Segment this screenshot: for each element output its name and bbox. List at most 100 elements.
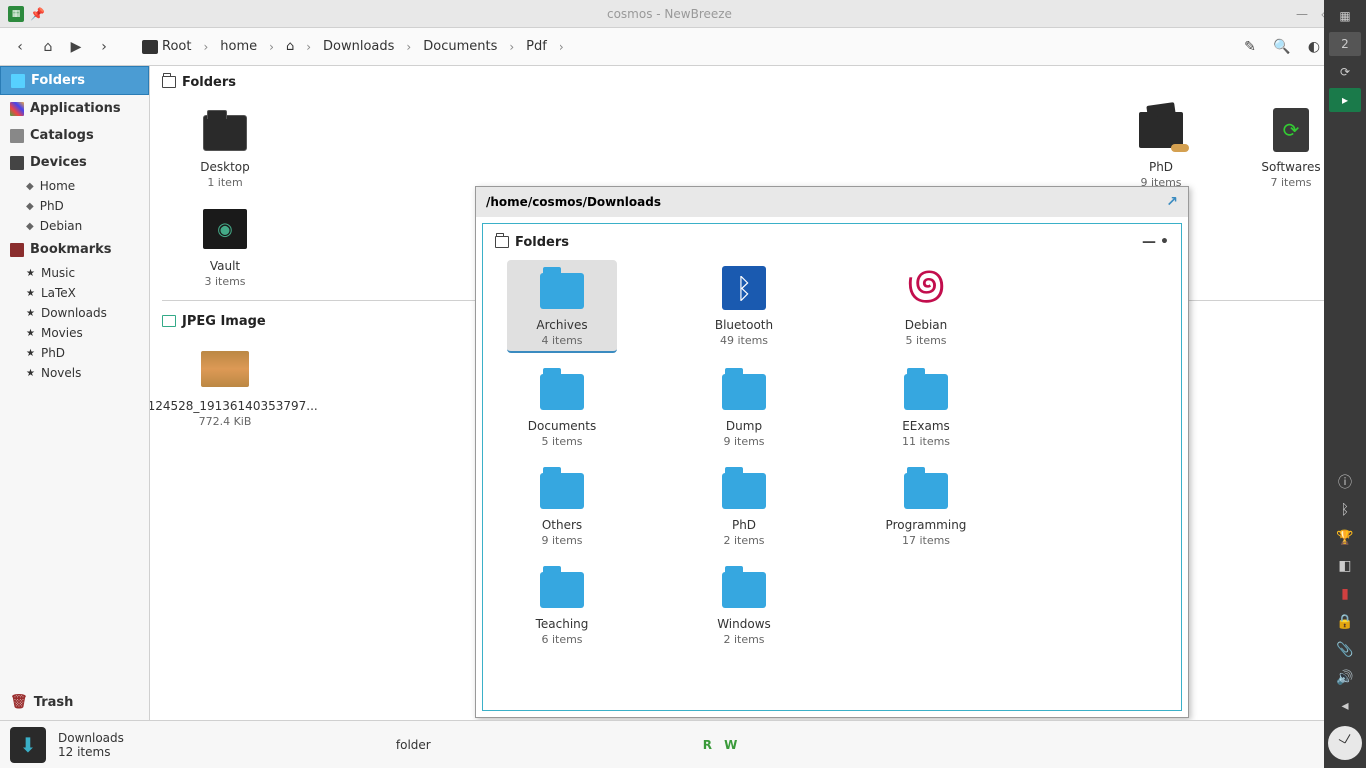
software-icon: ⟳: [1273, 108, 1309, 152]
sidebar-item-phd-bm[interactable]: ★PhD: [0, 343, 149, 363]
bluetooth-icon: ᛒ: [722, 266, 766, 310]
dark-folder-icon: [203, 115, 247, 151]
sidebar-item-phd[interactable]: ◆PhD: [0, 196, 149, 216]
bc-root[interactable]: Root: [134, 35, 199, 58]
titlebar: ▦ 📌 cosmos - NewBreeze — ◇ ✕: [0, 0, 1366, 28]
sidebar-section-devices[interactable]: Devices: [0, 149, 149, 176]
popup-item-debian[interactable]: ౷Debian5 items: [871, 260, 981, 353]
folder-outline-icon: [162, 76, 176, 88]
workspace-indicator[interactable]: 2: [1329, 32, 1361, 56]
folder-icon: [722, 374, 766, 410]
forward-button[interactable]: ▶: [62, 33, 90, 61]
popup-item-programming[interactable]: Programming17 items: [871, 460, 981, 551]
popup-item-windows[interactable]: Windows2 items: [689, 559, 799, 650]
jpeg-file[interactable]: 30124528_19136140353797... 772.4 KiB: [170, 341, 280, 432]
tray-volume-icon[interactable]: 🔊: [1335, 668, 1355, 688]
popup-item-archives[interactable]: Archives4 items: [507, 260, 617, 353]
sidebar-item-movies[interactable]: ★Movies: [0, 323, 149, 343]
window-title: cosmos - NewBreeze: [45, 7, 1294, 21]
sidebar-trash[interactable]: 🗑Trash: [0, 688, 83, 716]
tray-attachment-icon[interactable]: 📎: [1335, 640, 1355, 660]
sidebar-section-bookmarks[interactable]: Bookmarks: [0, 236, 149, 263]
status-sub: 12 items: [58, 745, 124, 759]
status-type: folder: [396, 738, 431, 752]
folder-icon: [540, 374, 584, 410]
back-button[interactable]: ‹: [6, 33, 34, 61]
folder-phd[interactable]: PhD 9 items: [1106, 102, 1216, 193]
toolbar: ‹ ⌂ ▶ › Root › home › ⌂ › Downloads › Do…: [0, 28, 1366, 66]
section-dot-icon[interactable]: •: [1160, 234, 1169, 250]
thumbnail-icon: [201, 351, 249, 387]
app-icon: ▦: [8, 6, 24, 22]
sidebar-item-home[interactable]: ◆Home: [0, 176, 149, 196]
chevron-right-icon: ›: [404, 40, 413, 54]
popup-item-teaching[interactable]: Teaching6 items: [507, 559, 617, 650]
tray-collapse-icon[interactable]: ◂: [1335, 696, 1355, 716]
minimize-button[interactable]: —: [1294, 6, 1310, 22]
popup-item-phd[interactable]: PhD2 items: [689, 460, 799, 551]
chevron-right-icon: ›: [557, 40, 566, 54]
folder-icon: [540, 572, 584, 608]
panel-reload-icon[interactable]: ⟳: [1329, 60, 1361, 84]
home-button[interactable]: ⌂: [34, 33, 62, 61]
breadcrumb: Root › home › ⌂ › Downloads › Documents …: [134, 35, 1236, 58]
panel-terminal-icon[interactable]: ▸: [1329, 88, 1361, 112]
chevron-right-icon: ›: [267, 40, 276, 54]
popup-open-icon[interactable]: ↗: [1166, 194, 1178, 210]
tray-generic-icon[interactable]: ◧: [1335, 556, 1355, 576]
folder-icon: [904, 374, 948, 410]
bc-pdf[interactable]: Pdf: [518, 35, 555, 58]
graduation-icon: [1139, 112, 1183, 148]
right-panel: ▦ 2 ⟳ ▸ ⓘ ᛒ 🏆 ◧ ▮ 🔒 📎 🔊 ◂: [1324, 0, 1366, 768]
popup-titlebar[interactable]: /home/cosmos/Downloads ↗: [476, 187, 1188, 217]
sidebar-section-catalogs[interactable]: Catalogs: [0, 122, 149, 149]
section-minimize-icon[interactable]: —: [1142, 234, 1156, 250]
content-area: Folders —• Desktop 1 item PhD 9 items ⟳ …: [150, 66, 1366, 720]
tray-bluetooth-icon[interactable]: ᛒ: [1335, 500, 1355, 520]
sidebar-item-latex[interactable]: ★LaTeX: [0, 283, 149, 303]
sidebar-item-downloads[interactable]: ★Downloads: [0, 303, 149, 323]
status-name: Downloads: [58, 731, 124, 745]
tray-lock-icon[interactable]: 🔒: [1335, 612, 1355, 632]
download-icon: ⬇: [10, 727, 46, 763]
bc-user[interactable]: ⌂: [278, 35, 302, 58]
folder-popup: /home/cosmos/Downloads ↗ Folders —• Arch…: [475, 186, 1189, 718]
bc-documents[interactable]: Documents: [415, 35, 505, 58]
pin-icon[interactable]: 📌: [30, 7, 45, 21]
chevron-right-icon: ›: [201, 40, 210, 54]
folder-icon: [540, 273, 584, 309]
vault-icon: ◉: [203, 209, 247, 249]
chevron-right-icon: ›: [304, 40, 313, 54]
sidebar-item-music[interactable]: ★Music: [0, 263, 149, 283]
nav-next-button[interactable]: ›: [90, 33, 118, 61]
sidebar-section-folders[interactable]: Folders: [0, 66, 149, 95]
statusbar: ⬇ Downloads 12 items folder R W: [0, 720, 1324, 768]
popup-item-dump[interactable]: Dump9 items: [689, 361, 799, 452]
image-outline-icon: [162, 315, 176, 327]
edit-path-button[interactable]: ✎: [1236, 33, 1264, 61]
panel-app-icon[interactable]: ▦: [1329, 4, 1361, 28]
bc-home[interactable]: home: [212, 35, 265, 58]
bc-downloads[interactable]: Downloads: [315, 35, 402, 58]
tray-battery-icon[interactable]: ▮: [1335, 584, 1355, 604]
clock-icon[interactable]: [1328, 726, 1362, 760]
debian-icon: ౷: [904, 266, 948, 310]
popup-item-eexams[interactable]: EExams11 items: [871, 361, 981, 452]
tray-info-icon[interactable]: ⓘ: [1335, 472, 1355, 492]
sidebar-item-novels[interactable]: ★Novels: [0, 363, 149, 383]
tray-trophy-icon[interactable]: 🏆: [1335, 528, 1355, 548]
folder-vault[interactable]: ◉ Vault 3 items: [170, 201, 280, 292]
status-rw: R W: [703, 738, 742, 752]
sidebar: Folders Applications Catalogs Devices ◆H…: [0, 66, 150, 720]
search-button[interactable]: 🔍: [1268, 33, 1296, 61]
folder-icon: [904, 473, 948, 509]
popup-item-bluetooth[interactable]: ᛒBluetooth49 items: [689, 260, 799, 353]
folder-desktop[interactable]: Desktop 1 item: [170, 102, 280, 193]
popup-item-documents[interactable]: Documents5 items: [507, 361, 617, 452]
folder-outline-icon: [495, 236, 509, 248]
section-folders-header: Folders —•: [150, 66, 1366, 98]
folder-icon: [722, 473, 766, 509]
sidebar-section-applications[interactable]: Applications: [0, 95, 149, 122]
popup-item-others[interactable]: Others9 items: [507, 460, 617, 551]
sidebar-item-debian[interactable]: ◆Debian: [0, 216, 149, 236]
